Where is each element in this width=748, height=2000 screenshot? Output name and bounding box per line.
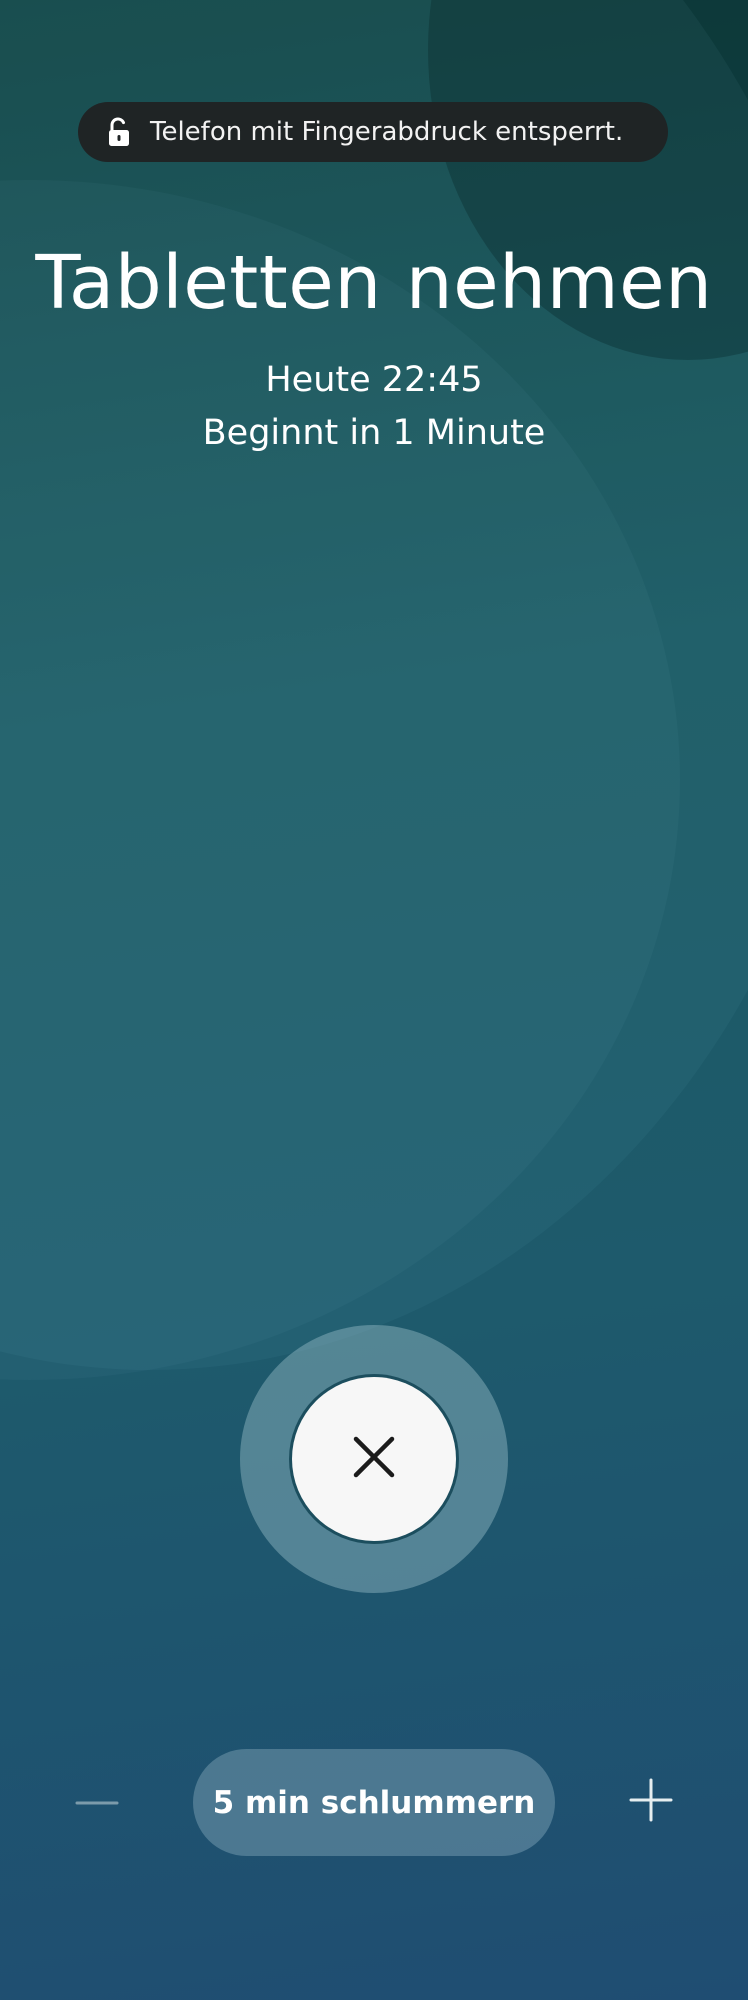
- close-icon: [350, 1433, 398, 1486]
- plus-icon: [629, 1778, 673, 1827]
- alarm-time: Heute 22:45: [265, 360, 483, 400]
- alarm-title: Tabletten nehmen: [35, 240, 713, 326]
- dismiss-button[interactable]: [292, 1377, 456, 1541]
- toast-text: Telefon mit Fingerabdruck entsperrt.: [150, 117, 624, 147]
- snooze-button[interactable]: 5 min schlummern: [193, 1749, 555, 1856]
- increase-snooze-button[interactable]: [626, 1778, 676, 1827]
- background-shape: [0, 0, 748, 1370]
- unlock-toast: Telefon mit Fingerabdruck entsperrt.: [78, 102, 668, 162]
- unlock-icon: [106, 116, 132, 148]
- alarm-countdown: Beginnt in 1 Minute: [202, 413, 546, 453]
- snooze-label: 5 min schlummern: [212, 1784, 536, 1821]
- decrease-snooze-button[interactable]: [72, 1780, 122, 1824]
- minus-icon: [75, 1793, 119, 1811]
